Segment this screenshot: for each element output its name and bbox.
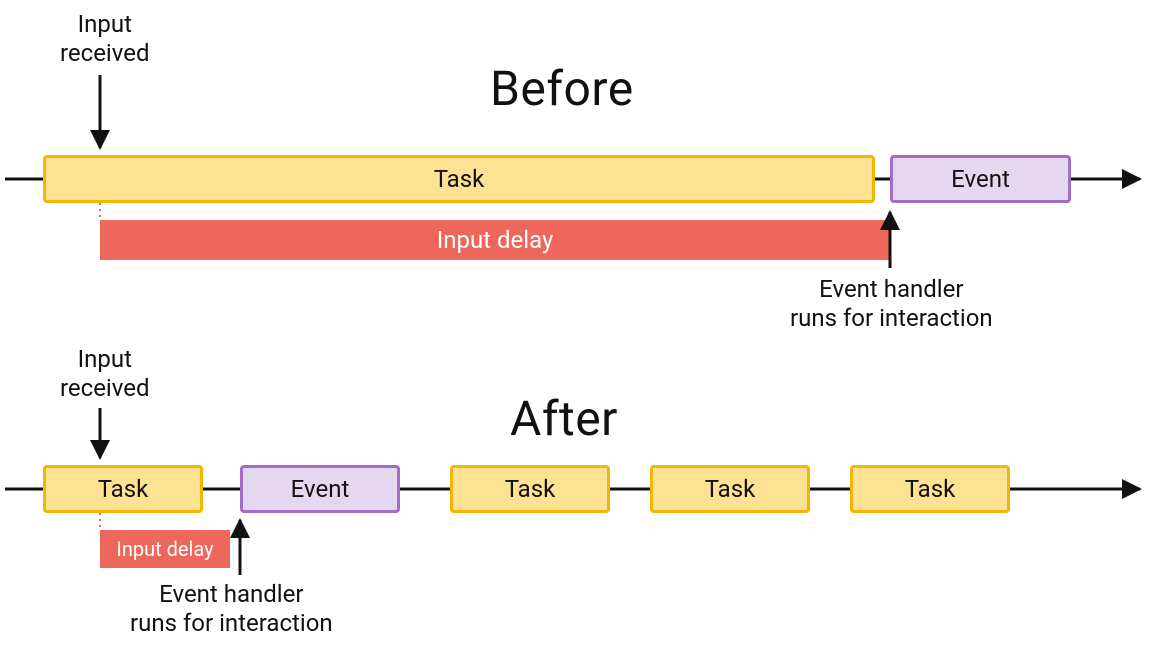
- after-task-label-3: Task: [705, 475, 756, 503]
- before-event-label: Event: [951, 165, 1010, 193]
- label-input-received-after: Input received: [60, 345, 150, 403]
- before-event-box: Event: [890, 155, 1071, 203]
- after-event-box: Event: [240, 465, 400, 513]
- after-task-label-2: Task: [505, 475, 556, 503]
- label-input-received-before: Input received: [60, 10, 150, 68]
- after-task-box-3: Task: [650, 465, 810, 513]
- after-task-box-1: Task: [43, 465, 203, 513]
- diagram-stage: Before Input received Task Event Input d…: [0, 0, 1155, 647]
- title-after: After: [510, 390, 618, 447]
- after-task-label-4: Task: [905, 475, 956, 503]
- title-before: Before: [490, 60, 634, 117]
- after-task-box-2: Task: [450, 465, 610, 513]
- before-task-label: Task: [434, 165, 485, 193]
- before-input-delay-box: Input delay: [100, 220, 890, 260]
- before-task-box: Task: [43, 155, 875, 203]
- after-task-box-4: Task: [850, 465, 1010, 513]
- before-input-delay-label: Input delay: [437, 226, 554, 254]
- after-task-label-1: Task: [98, 475, 149, 503]
- after-input-delay-box: Input delay: [100, 530, 230, 568]
- after-input-delay-label: Input delay: [116, 537, 213, 561]
- label-event-handler-before: Event handler runs for interaction: [790, 275, 993, 333]
- label-event-handler-after: Event handler runs for interaction: [130, 580, 333, 638]
- after-event-label: Event: [291, 475, 350, 503]
